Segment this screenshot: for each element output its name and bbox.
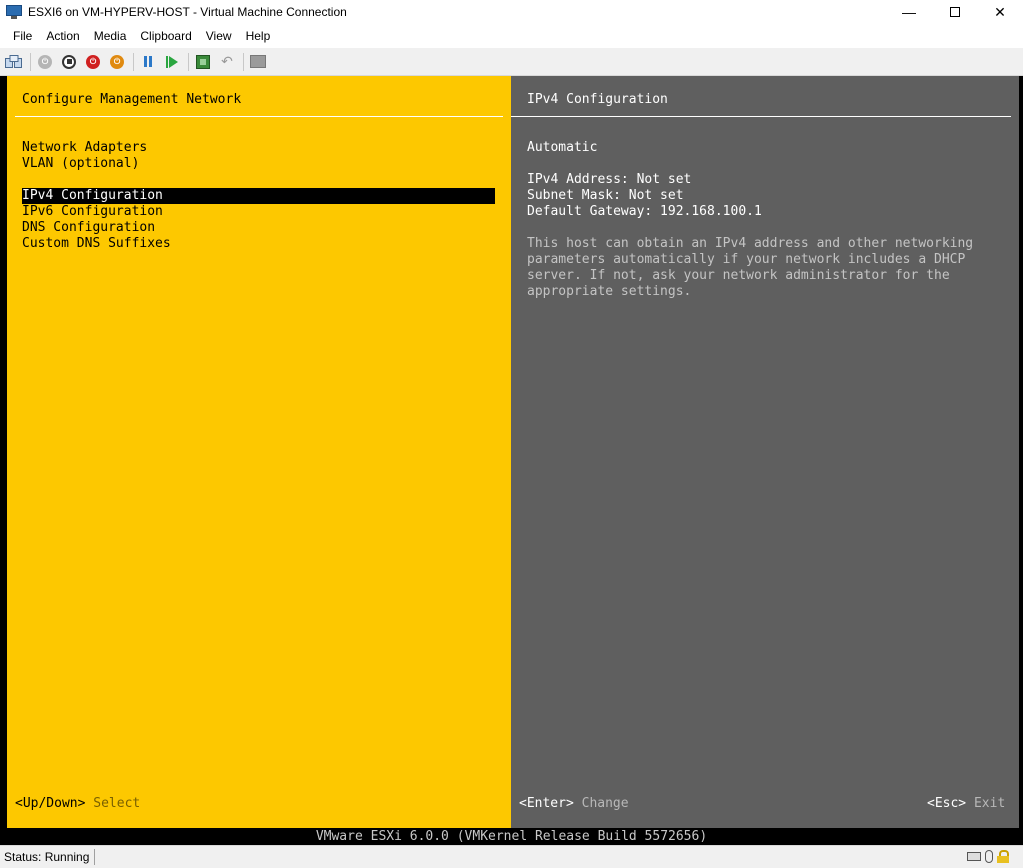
network-menu-list: Network Adapters VLAN (optional) IPv4 Co…	[22, 140, 495, 252]
save-button[interactable]: ⏻	[106, 51, 128, 73]
left-pane-header: Configure Management Network	[22, 92, 242, 107]
enhanced-session-icon	[250, 55, 266, 68]
menu-item-dns-configuration[interactable]: DNS Configuration	[22, 220, 495, 236]
pause-icon	[144, 56, 152, 67]
status-bar: Status: Running	[0, 845, 1023, 868]
shut-down-button[interactable]: ⏻	[82, 51, 104, 73]
resume-button[interactable]	[161, 51, 183, 73]
description-line: parameters automatically if your network…	[527, 252, 966, 267]
mouse-icon	[985, 850, 993, 863]
dcui-left-pane: Configure Management Network Network Ada…	[7, 76, 511, 828]
stop-icon	[62, 54, 76, 69]
menu-item-network-adapters[interactable]: Network Adapters	[22, 140, 495, 156]
keyboard-icon	[967, 852, 981, 861]
menu-item-ipv4-configuration[interactable]: IPv4 Configuration	[22, 188, 495, 204]
minimize-button[interactable]: —	[886, 0, 932, 24]
maximize-icon	[950, 7, 960, 17]
footer-change-hint: <Enter> Change	[519, 796, 629, 811]
menu-view[interactable]: View	[199, 24, 239, 48]
status-icons	[967, 850, 1009, 863]
menu-clipboard[interactable]: Clipboard	[133, 24, 198, 48]
lock-icon	[997, 850, 1009, 863]
right-pane-header: IPv4 Configuration	[527, 92, 668, 107]
dcui-right-pane: IPv4 Configuration Automatic IPv4 Addres…	[511, 76, 1019, 828]
revert-button[interactable]: ↶	[216, 51, 238, 73]
turn-off-button[interactable]	[58, 51, 80, 73]
toolbar-separator	[188, 52, 189, 71]
ipv4-address: IPv4 Address: Not set	[527, 172, 692, 187]
toolbar-separator	[243, 52, 244, 71]
toolbar-separator	[133, 52, 134, 71]
title-bar: ESXI6 on VM-HYPERV-HOST - Virtual Machin…	[0, 0, 1023, 24]
enhanced-session-button[interactable]	[247, 51, 269, 73]
vm-console[interactable]: Configure Management Network Network Ada…	[0, 76, 1023, 845]
revert-icon: ↶	[221, 53, 233, 69]
pause-button[interactable]	[137, 51, 159, 73]
power-start-icon: ⏻	[38, 54, 52, 69]
maximize-button[interactable]	[932, 0, 978, 24]
description-line: This host can obtain an IPv4 address and…	[527, 236, 974, 251]
divider	[15, 116, 503, 117]
esxi-version-bar: VMware ESXi 6.0.0 (VMKernel Release Buil…	[0, 828, 1023, 845]
menu-item-ipv6-configuration[interactable]: IPv6 Configuration	[22, 204, 495, 220]
menu-help[interactable]: Help	[239, 24, 278, 48]
start-button[interactable]: ⏻	[34, 51, 56, 73]
default-gateway: Default Gateway: 192.168.100.1	[527, 204, 762, 219]
ctrl-alt-del-button[interactable]	[3, 51, 25, 73]
ctrl-alt-del-icon	[5, 54, 22, 68]
close-button[interactable]: ✕	[977, 0, 1023, 24]
menu-bar: File Action Media Clipboard View Help	[0, 24, 1023, 48]
divider	[511, 116, 1011, 117]
menu-item-custom-dns-suffixes[interactable]: Custom DNS Suffixes	[22, 236, 495, 252]
footer-select-hint: <Up/Down> Select	[15, 796, 141, 811]
toolbar-separator	[30, 52, 31, 71]
save-state-icon: ⏻	[110, 54, 124, 69]
description-line: appropriate settings.	[527, 284, 692, 299]
menu-file[interactable]: File	[6, 24, 39, 48]
window-title: ESXI6 on VM-HYPERV-HOST - Virtual Machin…	[28, 5, 347, 19]
menu-media[interactable]: Media	[87, 24, 134, 48]
menu-item-vlan[interactable]: VLAN (optional)	[22, 156, 495, 172]
checkpoint-button[interactable]	[192, 51, 214, 73]
resume-icon	[169, 55, 178, 68]
footer-exit-hint: <Esc> Exit	[927, 796, 1006, 811]
toolbar: ⏻ ⏻ ⏻ ↶	[0, 48, 1023, 76]
menu-action[interactable]: Action	[39, 24, 86, 48]
vm-connection-icon	[6, 5, 22, 19]
shutdown-icon: ⏻	[86, 54, 100, 69]
ipv4-mode: Automatic	[527, 140, 598, 155]
subnet-mask: Subnet Mask: Not set	[527, 188, 684, 203]
description-line: server. If not, ask your network adminis…	[527, 268, 950, 283]
ipv4-details: Automatic IPv4 Address: Not set Subnet M…	[527, 140, 1007, 300]
status-text: Status: Running	[0, 849, 96, 865]
checkpoint-icon	[196, 54, 210, 69]
